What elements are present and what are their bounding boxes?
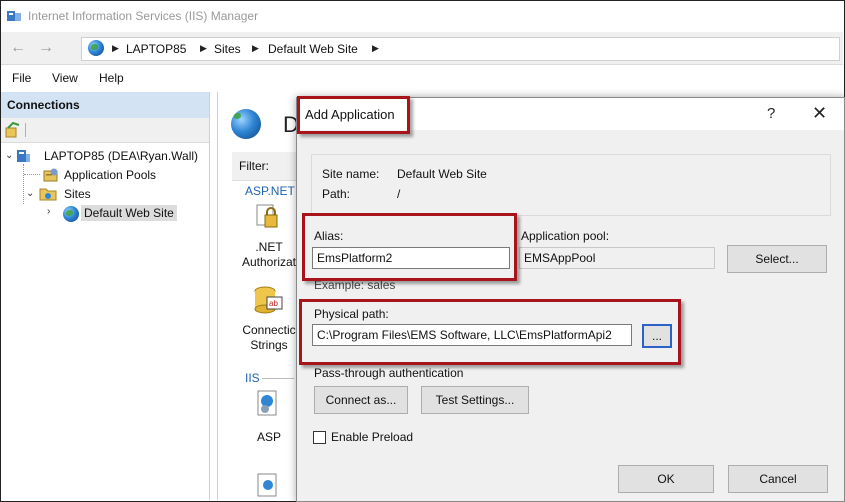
connections-title: Connections xyxy=(7,98,80,112)
site-name-label: Site name: xyxy=(322,167,380,181)
menu-view[interactable]: View xyxy=(52,71,78,85)
back-arrow-icon[interactable]: ← xyxy=(7,38,29,58)
tree-item-default-web-site[interactable]: Default Web Site xyxy=(81,205,177,221)
toolbar-divider xyxy=(25,123,26,137)
net-authorization-label[interactable]: .NET Authorizat xyxy=(234,240,304,270)
sites-folder-icon xyxy=(39,188,57,201)
tree-item-application-pools[interactable]: Application Pools xyxy=(64,168,156,182)
path-value: / xyxy=(397,187,401,201)
breadcrumb-separator-icon: ▶ xyxy=(372,43,379,53)
collapse-sites-icon[interactable]: ⌄ xyxy=(26,188,34,199)
iis-app-icon xyxy=(7,11,21,21)
pass-through-label: Pass-through authentication xyxy=(314,366,464,380)
application-pool-label: Application pool: xyxy=(521,229,610,243)
highlight-physical-path xyxy=(299,299,681,365)
select-button[interactable]: Select... xyxy=(727,245,827,273)
menu-file[interactable]: File xyxy=(12,71,31,85)
title-bar: Internet Information Services (IIS) Mana… xyxy=(1,1,843,31)
breadcrumb[interactable]: ▶ LAPTOP85 ▶ Sites ▶ Default Web Site ▶ xyxy=(81,37,840,61)
collapse-server-icon[interactable]: ⌄ xyxy=(5,150,13,161)
breadcrumb-item-site[interactable]: Default Web Site xyxy=(268,42,358,56)
test-settings-button[interactable]: Test Settings... xyxy=(421,386,529,414)
application-pools-icon xyxy=(43,168,58,182)
asp-icon[interactable] xyxy=(255,389,281,419)
cancel-button[interactable]: Cancel xyxy=(728,465,828,493)
website-globe-icon xyxy=(63,206,79,222)
authentication-icon[interactable] xyxy=(255,472,281,498)
filter-label: Filter: xyxy=(239,159,269,173)
expand-site-icon[interactable]: › xyxy=(47,206,50,217)
section-divider xyxy=(262,378,294,379)
connections-pane: Connections ⌄ LAPTOP85 (DEA\Ryan.Wall) A… xyxy=(1,92,210,500)
net-authorization-icon[interactable] xyxy=(255,203,281,231)
section-aspnet[interactable]: ASP.NET xyxy=(245,184,295,198)
highlight-alias xyxy=(302,213,517,281)
breadcrumb-separator-icon: ▶ xyxy=(252,43,259,53)
connect-as-button[interactable]: Connect as... xyxy=(314,386,408,414)
path-label: Path: xyxy=(322,187,351,201)
breadcrumb-item-sites[interactable]: Sites xyxy=(214,42,241,56)
menu-help[interactable]: Help xyxy=(99,71,124,85)
asp-label[interactable]: ASP xyxy=(234,430,304,445)
application-pool-field: EMSAppPool xyxy=(519,247,715,269)
breadcrumb-item-server[interactable]: LAPTOP85 xyxy=(126,42,186,56)
enable-preload-label[interactable]: Enable Preload xyxy=(331,430,413,444)
svg-text:ab: ab xyxy=(269,299,278,308)
breadcrumb-separator-icon: ▶ xyxy=(200,43,207,53)
help-icon[interactable]: ? xyxy=(767,105,775,122)
tree-line xyxy=(23,164,25,204)
ok-button[interactable]: OK xyxy=(618,465,714,493)
connections-header: Connections xyxy=(1,92,209,118)
close-icon[interactable]: ✕ xyxy=(812,103,827,124)
server-icon xyxy=(17,150,30,162)
site-name-value: Default Web Site xyxy=(397,167,487,181)
tree-item-sites[interactable]: Sites xyxy=(64,187,91,201)
filter-bar: Filter: xyxy=(232,152,296,181)
site-info-group: Site name: Default Web Site Path: / xyxy=(311,154,831,216)
tree-item-server[interactable]: LAPTOP85 (DEA\Ryan.Wall) xyxy=(44,149,198,163)
connection-strings-label[interactable]: Connectic Strings xyxy=(234,323,304,353)
highlight-dialog-title xyxy=(297,96,410,134)
connection-strings-icon[interactable]: ab xyxy=(253,285,283,315)
tree-line xyxy=(24,174,40,175)
section-iis[interactable]: IIS xyxy=(245,371,260,385)
connect-icon[interactable] xyxy=(5,122,21,138)
breadcrumb-separator-icon: ▶ xyxy=(112,43,119,53)
menu-bar: File View Help xyxy=(1,65,843,91)
site-globe-icon xyxy=(231,109,261,139)
enable-preload-checkbox[interactable] xyxy=(313,431,326,444)
globe-icon xyxy=(88,40,104,56)
connections-toolbar xyxy=(1,118,209,143)
address-bar: ← → ▶ LAPTOP85 ▶ Sites ▶ Default Web Sit… xyxy=(1,32,843,65)
forward-arrow-icon[interactable]: → xyxy=(35,38,57,58)
window-title: Internet Information Services (IIS) Mana… xyxy=(28,9,259,23)
